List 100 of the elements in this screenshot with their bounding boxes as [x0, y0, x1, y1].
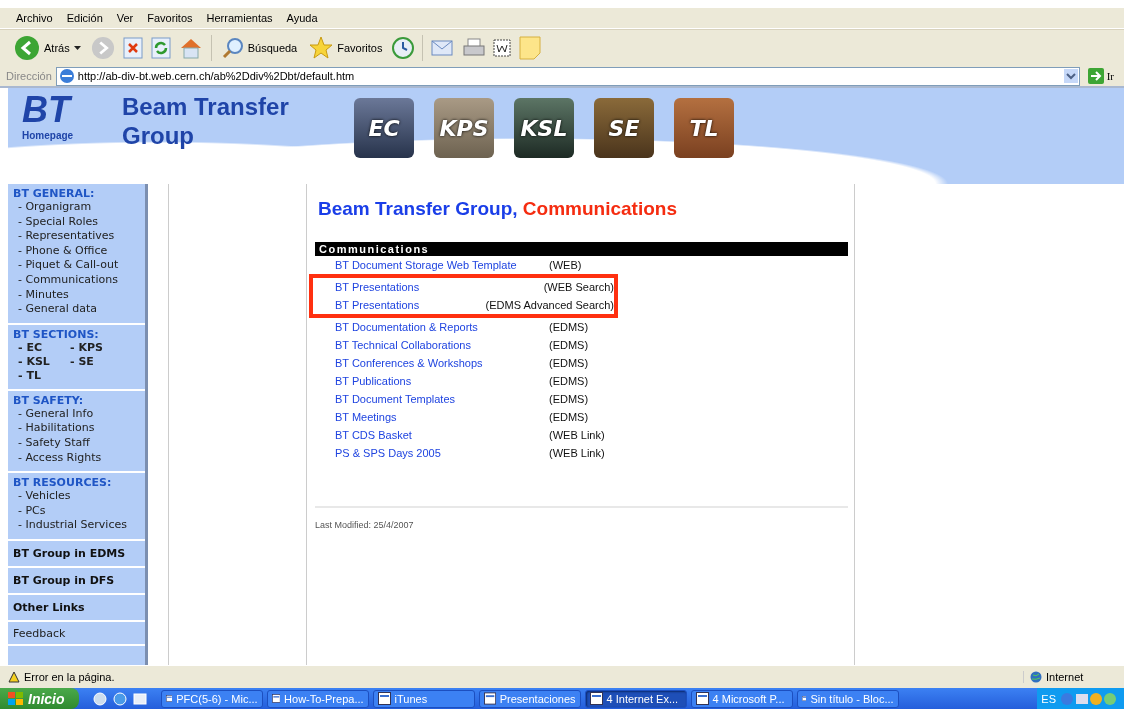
sidebar-link[interactable]: - General Info: [18, 406, 145, 422]
sidebar-link[interactable]: - Communications: [18, 272, 145, 288]
printer-icon[interactable]: [463, 37, 486, 59]
section-tile[interactable]: SE: [594, 98, 654, 158]
window-icon: [271, 692, 281, 705]
window-icon: [695, 692, 709, 705]
document-link[interactable]: BT Meetings: [335, 411, 549, 423]
menu-item[interactable]: Ver: [116, 12, 134, 24]
sidebar-link[interactable]: Feedback: [13, 621, 145, 644]
document-link[interactable]: BT Documentation & Reports: [335, 321, 549, 333]
go-arrow-icon: [1087, 68, 1104, 84]
taskbar-button[interactable]: 4 Internet Ex...: [584, 689, 687, 708]
favorites-button[interactable]: Favoritos: [307, 36, 385, 60]
sidebar-link[interactable]: - KPS: [70, 340, 130, 355]
back-button[interactable]: Atrás: [12, 35, 83, 61]
link-type: (EDMS): [549, 411, 589, 423]
menu-item[interactable]: Ayuda: [286, 12, 318, 24]
sidebar-link[interactable]: - Piquet & Call-out: [18, 258, 145, 273]
table-header: Communications: [315, 242, 848, 256]
document-link[interactable]: BT Presentations: [335, 299, 486, 311]
document-icon[interactable]: [493, 39, 512, 57]
sidebar-heading: BT GENERAL:: [13, 187, 96, 200]
section-tile[interactable]: KSL: [514, 98, 574, 158]
document-link[interactable]: BT Technical Collaborations: [335, 339, 549, 351]
link-type: (WEB Link): [549, 429, 605, 441]
sidebar-link[interactable]: - Organigram: [18, 200, 145, 215]
document-link[interactable]: PS & SPS Days 2005: [335, 447, 549, 459]
document-link[interactable]: BT Document Templates: [335, 393, 549, 405]
sidebar-link[interactable]: - Access Rights: [18, 450, 145, 466]
stop-icon[interactable]: [122, 37, 143, 59]
section-tile[interactable]: EC: [354, 98, 414, 158]
menu-item[interactable]: Herramientas: [206, 12, 273, 24]
link-type: (EDMS): [549, 393, 589, 405]
logo-text[interactable]: BT: [22, 92, 122, 128]
taskbar-button[interactable]: iTunes: [372, 689, 475, 708]
browser-icon[interactable]: [112, 691, 127, 706]
taskbar-button[interactable]: Sin título - Bloc...: [796, 689, 899, 708]
taskbar-button[interactable]: 4 Microsoft P...: [690, 689, 793, 708]
menu-item[interactable]: Archivo: [16, 12, 53, 24]
sidebar-heading: BT SAFETY:: [13, 393, 85, 407]
homepage-link[interactable]: Homepage: [22, 130, 122, 141]
taskbar-button[interactable]: Presentaciones: [478, 689, 581, 708]
status-message: Error en la página.: [8, 671, 115, 683]
sidebar-link[interactable]: - TL: [18, 368, 70, 383]
document-link[interactable]: BT CDS Basket: [335, 429, 549, 441]
search-button[interactable]: Búsqueda: [219, 37, 300, 59]
sidebar-heading: BT RESOURCES:: [13, 476, 113, 490]
sidebar-link[interactable]: - KSL: [18, 354, 70, 369]
mail-icon[interactable]: [431, 38, 456, 58]
sidebar-link[interactable]: - SE: [70, 354, 130, 369]
desktop-icon[interactable]: [132, 691, 147, 706]
document-link[interactable]: BT Conferences & Workshops: [335, 357, 549, 369]
refresh-icon[interactable]: [150, 37, 171, 59]
window-icon: [483, 692, 496, 705]
link-type: (EDMS): [549, 321, 589, 333]
window-icon: [589, 692, 603, 705]
history-icon[interactable]: [392, 37, 415, 59]
sidebar-link[interactable]: - Minutes: [18, 287, 145, 303]
section-tile[interactable]: KPS: [434, 98, 494, 158]
security-zone: Internet: [1023, 671, 1120, 683]
sidebar-link[interactable]: - General data: [18, 302, 145, 317]
quick-launch-icon[interactable]: [92, 691, 107, 706]
windows-logo-icon: [8, 691, 24, 706]
sidebar-link[interactable]: BT Group in DFS: [13, 567, 145, 593]
sidebar-link[interactable]: - Phone & Office: [18, 243, 145, 259]
window-icon: [165, 692, 173, 705]
dropdown-icon[interactable]: [1063, 69, 1078, 83]
taskbar-button[interactable]: PFC(5-6) - Mic...: [160, 689, 263, 708]
start-button[interactable]: Inicio: [0, 688, 79, 709]
sidebar-link[interactable]: - Representatives: [18, 229, 145, 244]
banner-title: Beam Transfer: [122, 92, 290, 121]
link-type: (EDMS): [549, 357, 589, 369]
caret-icon: [73, 46, 81, 50]
search-icon: [221, 37, 244, 59]
sidebar-link[interactable]: - Habilitations: [18, 421, 145, 436]
sidebar-link[interactable]: - Special Roles: [18, 214, 145, 230]
globe-icon: [1030, 671, 1042, 683]
document-link[interactable]: BT Document Storage Web Template: [335, 259, 549, 271]
link-type: (EDMS Advanced Search): [485, 299, 614, 311]
taskbar-button[interactable]: How-To-Prepa...: [266, 689, 369, 708]
sidebar-link[interactable]: - PCs: [18, 503, 145, 519]
sidebar-link[interactable]: - Safety Staff: [18, 435, 145, 451]
menu-item[interactable]: Edición: [66, 12, 103, 24]
section-tile[interactable]: TL: [674, 98, 734, 158]
page-title: Beam Transfer Group, Communications: [318, 198, 678, 220]
go-button[interactable]: Ir: [1083, 68, 1118, 84]
sidebar-link[interactable]: - Industrial Services: [18, 518, 145, 533]
banner-title: Group: [122, 121, 195, 150]
warning-icon: [8, 671, 20, 683]
link-type: (EDMS): [549, 339, 589, 351]
address-field[interactable]: http://ab-div-bt.web.cern.ch/ab%2Ddiv%2Dbt/default.htm: [55, 66, 1080, 86]
star-icon: [309, 36, 334, 60]
sidebar-link[interactable]: - EC: [18, 340, 70, 355]
document-link[interactable]: BT Publications: [335, 375, 549, 387]
document-link[interactable]: BT Presentations: [335, 281, 544, 293]
sidebar-link[interactable]: Other Links: [13, 594, 145, 620]
address-label: Dirección: [6, 70, 52, 82]
menu-item[interactable]: Favoritos: [147, 12, 193, 24]
sidebar-link[interactable]: - Vehicles: [18, 489, 145, 504]
sidebar-link[interactable]: BT Group in EDMS: [13, 540, 145, 566]
